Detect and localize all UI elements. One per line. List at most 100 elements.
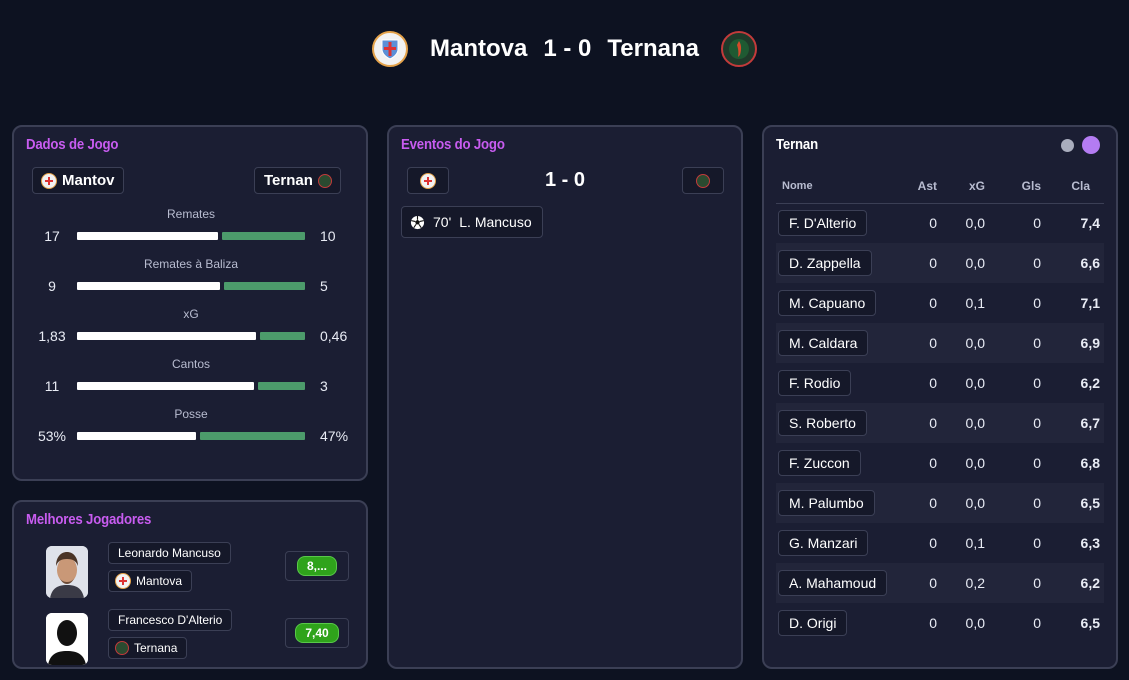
away-team-chip-label: Ternan	[264, 172, 313, 189]
xg-cell: 0,0	[965, 375, 985, 391]
mantova-crest-icon	[41, 172, 57, 189]
xg-cell: 0,2	[945, 563, 1003, 603]
rating-cell: 6,7	[1049, 403, 1104, 443]
goals-cell: 0	[1003, 323, 1049, 363]
game-data-panel: Dados de Jogo Mantov Ternan Remates 17 10 R…	[12, 125, 368, 481]
mantova-crest-icon	[115, 573, 131, 589]
column-header[interactable]: Gls	[1003, 169, 1049, 204]
game-data-title: Dados de Jogo	[26, 136, 119, 153]
stat-away-bar	[258, 382, 305, 390]
player-name-cell: D. Origi	[776, 603, 891, 643]
match-header: Mantova 1 - 0 Ternana	[0, 26, 1129, 72]
player-name-cell: F. D'Alterio	[776, 203, 891, 243]
away-team-name: Ternana	[607, 35, 699, 62]
assists-cell: 0	[929, 375, 937, 391]
column-header[interactable]: Nome	[776, 169, 891, 204]
assists-cell: 0	[891, 563, 945, 603]
assists-cell: 0	[929, 215, 937, 232]
table-row[interactable]: D. Origi 0 0,0 0 6,5	[776, 603, 1104, 643]
event-minute: 70'	[433, 214, 452, 230]
table-row[interactable]: F. Zuccon 0 0,0 0 6,8	[776, 443, 1104, 483]
stat-home-value: 17	[44, 228, 60, 244]
event-player: L. Mancuso	[459, 214, 532, 230]
goals-cell: 0	[1003, 563, 1049, 603]
player-rating: 8,...	[296, 556, 337, 576]
table-row[interactable]: F. D'Alterio 0 0,0 0 7,4	[776, 203, 1104, 243]
table-row[interactable]: A. Mahamoud 0 0,2 0 6,2	[776, 563, 1104, 603]
player-name-chip[interactable]: D. Origi	[778, 610, 848, 636]
stat-home-bar	[77, 432, 196, 440]
roster-table: Nome Ast xG Gls Cla F. D'Alterio 0 0,0 0 7,4…	[776, 169, 1104, 643]
event-item[interactable]: 70' L. Mancuso	[401, 206, 543, 238]
table-row[interactable]: D. Zappella 0 0,0 0 6,6	[776, 243, 1104, 283]
column-header[interactable]: Cla	[1049, 169, 1104, 204]
xg-cell: 0,0	[965, 215, 985, 232]
xg-cell: 0,1	[965, 295, 985, 311]
rating-cell: 6,6	[1049, 243, 1104, 283]
stat-home-bar	[77, 332, 256, 340]
stat-row: 1,83 0,46	[14, 328, 368, 344]
stat-row: 95	[14, 278, 368, 294]
best-player-card[interactable]: Leonardo Mancuso Mantova 8,...	[26, 542, 356, 602]
rating-cell: 6,2	[1080, 375, 1100, 391]
table-row[interactable]: M. Palumbo 0 0,0 0 6,5	[776, 483, 1104, 523]
stat-away-bar	[222, 232, 305, 240]
player-name-chip[interactable]: M. Capuano	[778, 290, 877, 316]
player-team-chip: Mantova	[108, 570, 193, 592]
table-row[interactable]: M. Caldara 0 0,0 0 6,9	[776, 323, 1104, 363]
table-row[interactable]: M. Capuano 0 0,1 0 7,1	[776, 283, 1104, 323]
stat-row: 17 10	[14, 228, 368, 244]
player-silhouette-icon	[46, 613, 88, 665]
stat-away-value: 47%	[320, 428, 349, 444]
away-team-chip[interactable]	[682, 167, 724, 194]
stat-away-value: 0,46	[320, 328, 348, 344]
assists-cell: 0	[929, 615, 937, 631]
column-header[interactable]: Ast	[891, 169, 945, 204]
stat-away-bar	[260, 332, 305, 340]
home-team-chip[interactable]: Mantov	[32, 167, 124, 194]
player-name: Leonardo Mancuso	[108, 542, 231, 564]
player-name-cell: A. Mahamoud	[776, 563, 891, 603]
ternana-crest-icon	[317, 173, 332, 188]
home-team-chip-label: Mantov	[62, 172, 115, 189]
toggle-inactive-dot[interactable]	[1061, 139, 1074, 152]
ternana-crest-icon	[115, 641, 129, 655]
rating-cell: 6,5	[1049, 483, 1104, 523]
stat-home-bar	[77, 382, 254, 390]
xg-cell: 0,0	[965, 615, 985, 631]
player-name: Francesco D'Alterio	[108, 609, 233, 631]
player-name-chip[interactable]: F. Rodio	[778, 370, 852, 396]
player-name-chip[interactable]: G. Manzari	[778, 530, 869, 556]
table-row[interactable]: F. Rodio 0 0,0 0 6,2	[776, 363, 1104, 403]
player-name-chip[interactable]: D. Zappella	[778, 250, 872, 276]
table-row[interactable]: S. Roberto 0 0,0 0 6,7	[776, 403, 1104, 443]
xg-cell: 0,0	[945, 243, 1003, 283]
toggle-active-dot[interactable]	[1082, 136, 1100, 154]
player-name-chip[interactable]: A. Mahamoud	[778, 570, 888, 596]
rating-cell: 7,4	[1080, 215, 1100, 232]
player-rating: 7,40	[295, 623, 339, 643]
events-title: Eventos do Jogo	[401, 136, 505, 153]
player-photo-icon	[46, 546, 88, 598]
player-name-chip[interactable]: S. Roberto	[778, 410, 867, 436]
player-name-chip[interactable]: F. Zuccon	[778, 450, 861, 476]
player-name-chip[interactable]: F. D'Alterio	[778, 210, 868, 237]
best-player-card[interactable]: Francesco D'Alterio Ternana 7,40	[26, 609, 356, 669]
xg-cell: 0,0	[965, 455, 985, 471]
player-rating-box: 8,...	[285, 551, 349, 581]
assists-cell: 0	[929, 295, 937, 311]
player-name-chip[interactable]: M. Caldara	[778, 330, 869, 356]
rating-cell: 6,9	[1049, 323, 1104, 363]
xg-cell: 0,0	[945, 403, 1003, 443]
stat-away-bar	[200, 432, 305, 440]
player-name-cell: S. Roberto	[776, 403, 891, 443]
goals-cell: 0	[1033, 375, 1041, 391]
table-row[interactable]: G. Manzari 0 0,1 0 6,3	[776, 523, 1104, 563]
stat-away-value: 10	[320, 228, 336, 244]
rating-cell: 6,5	[1080, 615, 1100, 631]
away-team-chip[interactable]: Ternan	[254, 167, 341, 194]
goals-cell: 0	[1033, 615, 1041, 631]
stat-home-bar	[77, 232, 218, 240]
player-name-chip[interactable]: M. Palumbo	[778, 490, 875, 516]
column-header[interactable]: xG	[945, 169, 1003, 204]
